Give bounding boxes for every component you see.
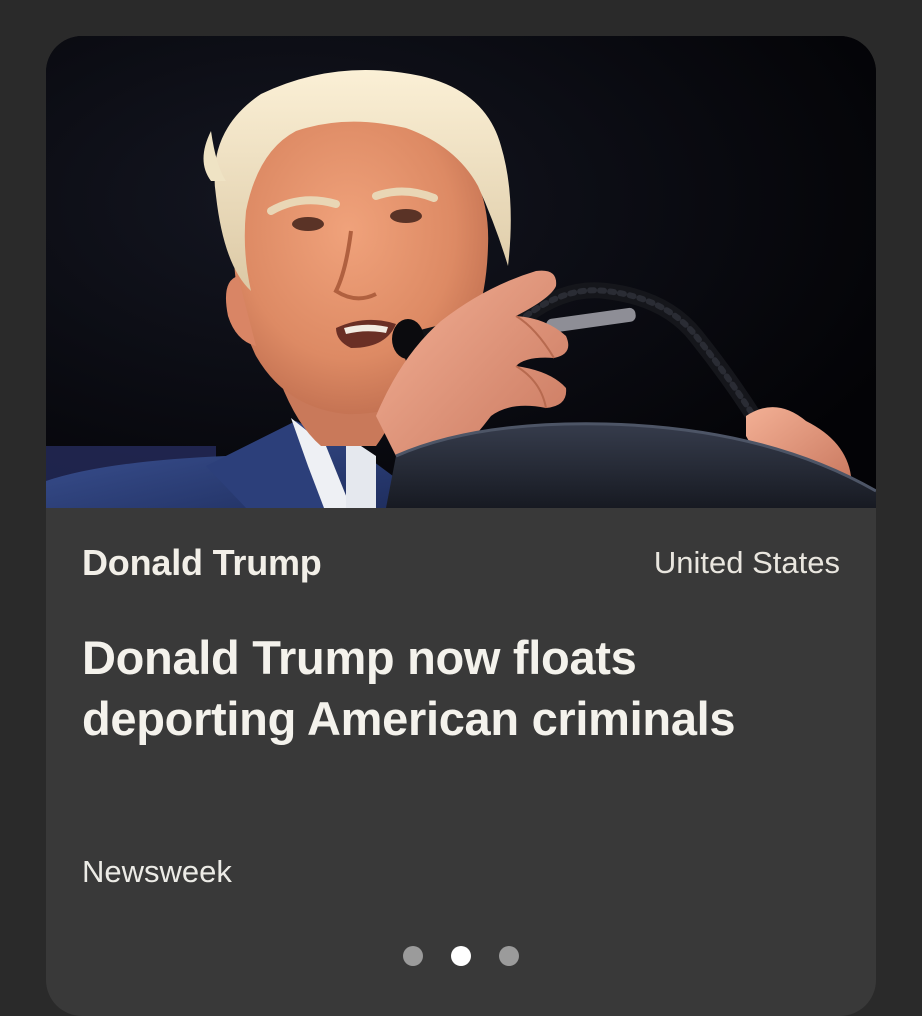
pagination-dot-2-active[interactable] — [451, 946, 471, 966]
news-image — [46, 36, 876, 508]
pagination-dot-1[interactable] — [403, 946, 423, 966]
pagination-dot-3[interactable] — [499, 946, 519, 966]
pagination-dots — [46, 946, 876, 966]
region-label: United States — [653, 545, 840, 580]
news-card[interactable]: Donald Trump United States Donald Trump … — [46, 36, 876, 1016]
topic-label[interactable]: Donald Trump — [82, 542, 322, 584]
source-label: Newsweek — [82, 854, 232, 889]
headline[interactable]: Donald Trump now floats deporting Americ… — [82, 627, 842, 749]
